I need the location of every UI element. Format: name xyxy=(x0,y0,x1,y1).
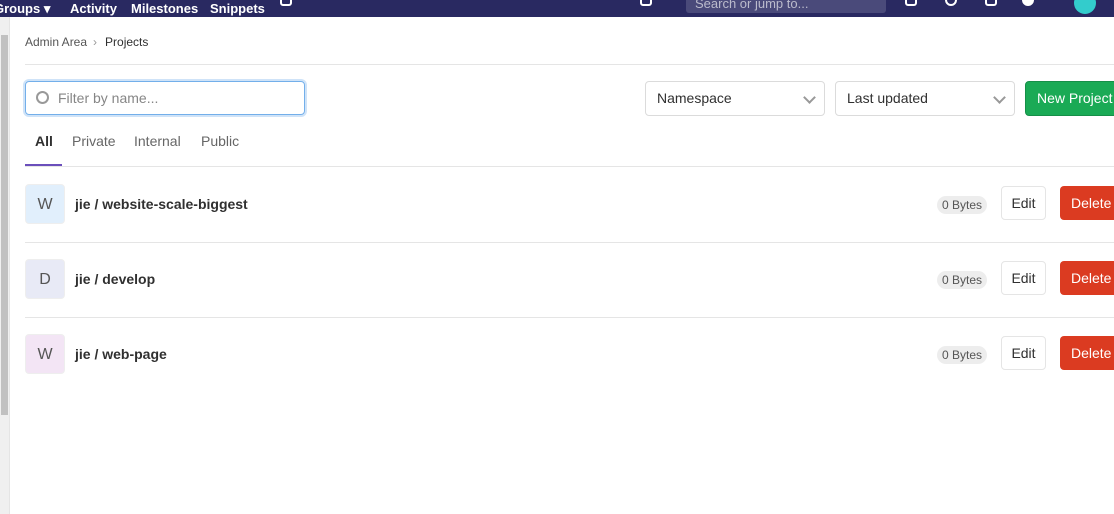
plus-icon[interactable] xyxy=(640,0,652,6)
project-avatar[interactable]: D xyxy=(25,259,65,299)
breadcrumb: Admin Area › Projects xyxy=(25,35,148,49)
todo-icon[interactable] xyxy=(985,0,997,6)
top-navbar: Groups ▾ Activity Milestones Snippets Se… xyxy=(0,0,1114,17)
user-avatar[interactable] xyxy=(1074,0,1096,14)
project-avatar[interactable]: W xyxy=(25,334,65,374)
global-search-input[interactable]: Search or jump to... xyxy=(686,0,886,13)
scrollbar[interactable] xyxy=(0,17,10,514)
breadcrumb-admin-area[interactable]: Admin Area xyxy=(25,35,87,49)
sort-label: Last updated xyxy=(847,90,928,106)
project-name[interactable]: jie / website-scale-biggest xyxy=(75,196,248,212)
scrollbar-thumb[interactable] xyxy=(1,35,8,415)
project-name[interactable]: jie / web-page xyxy=(75,346,167,362)
new-project-button[interactable]: New Project xyxy=(1025,81,1114,116)
project-avatar[interactable]: W xyxy=(25,184,65,224)
project-row: D jie / develop 0 Bytes Edit Delete xyxy=(25,242,1114,317)
chart-icon[interactable] xyxy=(280,0,292,6)
help-icon[interactable] xyxy=(1022,0,1034,6)
chevron-down-icon xyxy=(993,91,1006,104)
project-row: W jie / website-scale-biggest 0 Bytes Ed… xyxy=(25,167,1114,242)
merge-request-icon[interactable] xyxy=(945,0,957,6)
project-name[interactable]: jie / develop xyxy=(75,271,155,287)
nav-milestones[interactable]: Milestones xyxy=(131,1,198,16)
nav-activity[interactable]: Activity xyxy=(70,1,117,16)
size-badge: 0 Bytes xyxy=(937,196,988,214)
project-row: W jie / web-page 0 Bytes Edit Delete xyxy=(25,317,1114,392)
edit-button[interactable]: Edit xyxy=(1001,186,1046,220)
filter-input[interactable]: Filter by name... xyxy=(25,81,305,115)
tab-private[interactable]: Private xyxy=(72,133,116,149)
tab-internal[interactable]: Internal xyxy=(134,133,181,149)
edit-button[interactable]: Edit xyxy=(1001,336,1046,370)
delete-button[interactable]: Delete xyxy=(1060,186,1114,220)
size-badge: 0 Bytes xyxy=(937,271,988,289)
filter-placeholder: Filter by name... xyxy=(58,90,159,106)
chevron-down-icon xyxy=(803,91,816,104)
nav-groups[interactable]: Groups ▾ xyxy=(0,1,50,16)
delete-button[interactable]: Delete xyxy=(1060,261,1114,295)
delete-button[interactable]: Delete xyxy=(1060,336,1114,370)
divider xyxy=(25,64,1114,65)
namespace-label: Namespace xyxy=(657,90,732,106)
chevron-right-icon: › xyxy=(93,35,98,49)
issues-icon[interactable] xyxy=(905,0,917,6)
namespace-dropdown[interactable]: Namespace xyxy=(645,81,825,116)
nav-snippets[interactable]: Snippets xyxy=(210,1,265,16)
sort-dropdown[interactable]: Last updated xyxy=(835,81,1015,116)
search-icon xyxy=(36,91,49,104)
size-badge: 0 Bytes xyxy=(937,346,988,364)
breadcrumb-current[interactable]: Projects xyxy=(105,35,148,49)
edit-button[interactable]: Edit xyxy=(1001,261,1046,295)
tab-all[interactable]: All xyxy=(35,133,53,149)
tab-public[interactable]: Public xyxy=(201,133,239,149)
